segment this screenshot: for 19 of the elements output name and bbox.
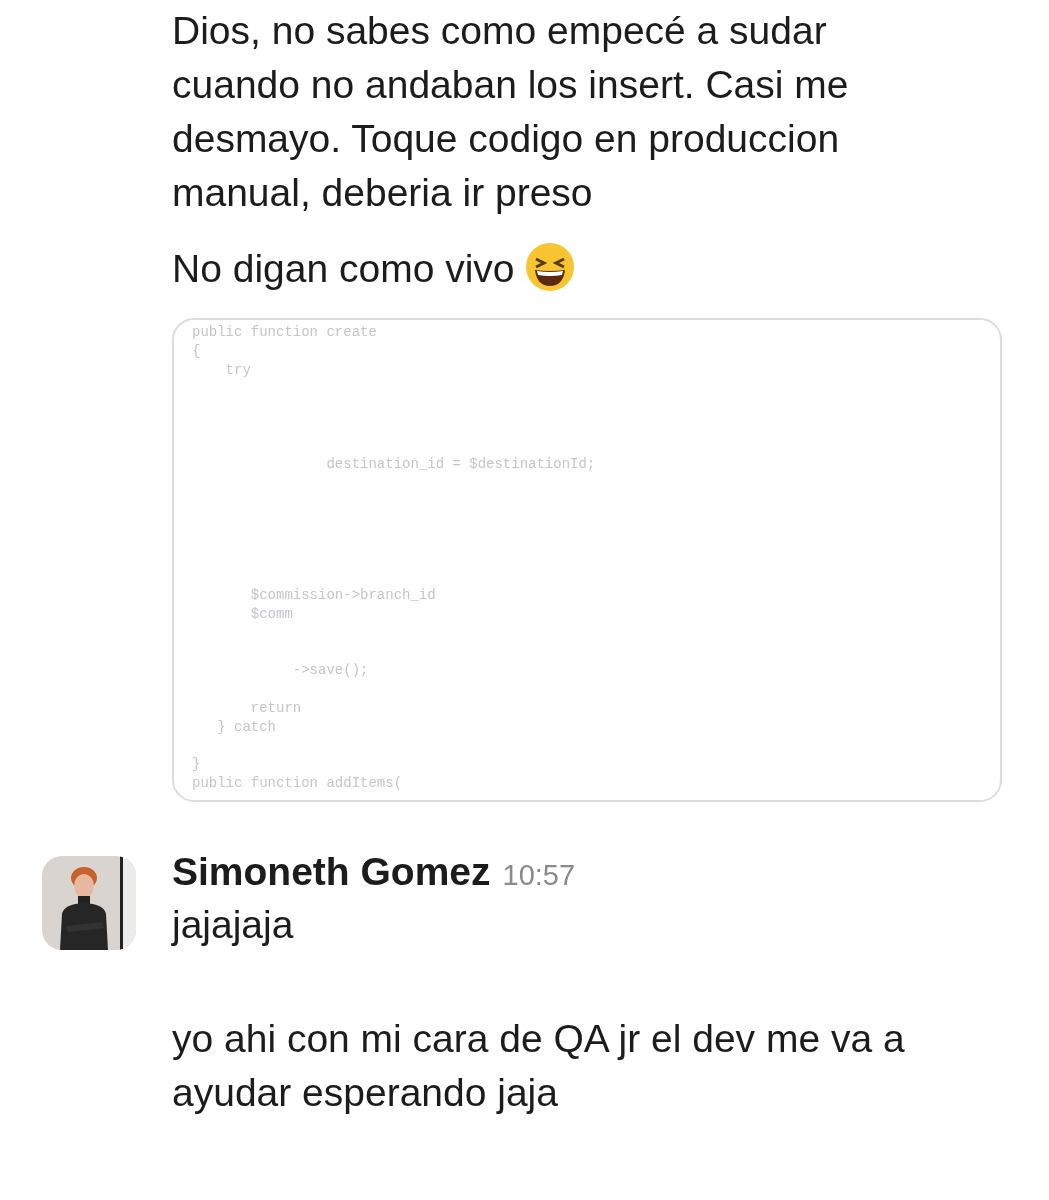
code-line: } catch bbox=[216, 717, 277, 737]
message-text: yo ahi con mi cara de QA jr el dev me va a ayudar esperando jaja bbox=[172, 1016, 906, 1116]
code-line: destination_id = $destinationId; bbox=[325, 454, 597, 474]
message-text: Dios, no sabes como empecé a sudar cuando no andaban los insert. Casi me desmayo. Toque codigo en produccion manual, deberia ir preso bbox=[172, 8, 850, 216]
code-line: ->save(); bbox=[291, 661, 370, 681]
code-line: return bbox=[249, 698, 303, 718]
timestamp[interactable]: 10:57 bbox=[502, 859, 576, 892]
code-line: try bbox=[224, 360, 252, 380]
code-line: public function create bbox=[192, 323, 378, 342]
code-line: public function addItems( bbox=[192, 774, 404, 793]
message-text: jajajaja bbox=[172, 902, 295, 948]
code-screenshot[interactable]: public function create { try destination_id = $destinationId; $commission->branch_id $comm ->save(); return } catch } public function addItems( bbox=[172, 318, 1002, 802]
code-line: $comm bbox=[249, 604, 294, 624]
laughing-emoji-icon bbox=[524, 242, 575, 292]
message-text: No digan como vivo bbox=[172, 242, 952, 296]
code-line: $commission->branch_id bbox=[249, 586, 437, 605]
code-line: { bbox=[192, 341, 202, 361]
author-name[interactable]: Simoneth Gomez bbox=[172, 850, 491, 894]
code-line: } bbox=[192, 755, 202, 775]
